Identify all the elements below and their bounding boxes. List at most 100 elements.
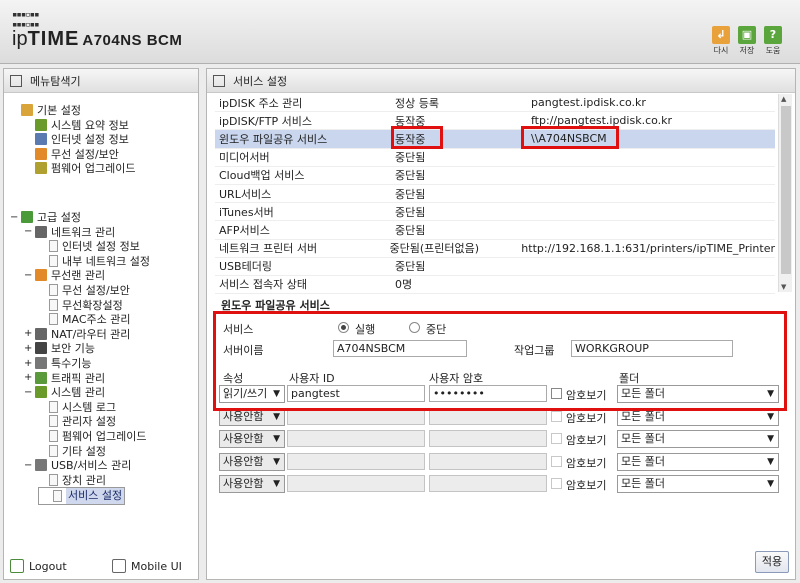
page-icon xyxy=(49,444,58,457)
service-row[interactable]: 네트워크 프린터 서버 중단됨(프린터없음) http://192.168.1.1:… xyxy=(215,240,775,258)
attribute-select[interactable]: 사용안함 ▼ xyxy=(219,475,285,493)
scroll-up-icon[interactable]: ▲ xyxy=(781,95,786,103)
service-row[interactable]: Cloud백업 서비스 중단됨 xyxy=(215,167,775,185)
service-info: http://192.168.1.1:631/printers/ipTIME_P… xyxy=(521,241,775,255)
firmware-icon xyxy=(35,162,47,175)
attribute-select[interactable]: 사용안함 ▼ xyxy=(219,452,285,471)
page-icon xyxy=(49,298,58,311)
expand-toggle[interactable]: − xyxy=(24,270,32,281)
service-row[interactable]: iTunes서버 중단됨 xyxy=(215,203,775,222)
menu-item[interactable]: 무선확장설정 xyxy=(38,298,123,312)
menu-item[interactable]: + 특수기능 xyxy=(24,356,91,370)
header-bar: ▪▪▪▫▪▪ ▪▪▪▫▪▪ ipTIME A704NS BCM ↲ 다시 ▣ 저장? 도움 xyxy=(0,0,800,64)
password-input[interactable] xyxy=(429,475,547,492)
menu-item[interactable]: + NAT/라우터 관리 xyxy=(24,327,130,341)
menu-item-label: 기타 설정 xyxy=(62,444,106,458)
service-status: 중단됨 xyxy=(395,151,426,165)
expand-toggle[interactable]: − xyxy=(10,212,18,223)
password-input[interactable] xyxy=(429,430,547,447)
service-row[interactable]: 서비스 접속자 상태 0명 xyxy=(215,276,775,295)
apply-button[interactable]: 적용 xyxy=(755,551,789,573)
folder-select[interactable]: 모든 폴더 ▼ xyxy=(617,475,779,493)
expand-toggle[interactable]: + xyxy=(24,328,32,339)
special-icon xyxy=(35,357,47,369)
service-row[interactable]: ipDISK/FTP 서비스 동작중 ftp://pangtest.ipdisk.c… xyxy=(215,112,775,131)
menu-item-label: 무선확장설정 xyxy=(62,298,123,312)
menu-item[interactable]: 서비스 설정 xyxy=(38,487,126,506)
service-row[interactable]: ipDISK 주소 관리 정상 등록 pangtest.ipdisk.co.kr xyxy=(215,94,775,113)
chart-icon xyxy=(35,118,47,131)
expand-toggle[interactable]: − xyxy=(24,460,32,471)
service-row[interactable]: URL서비스 중단됨 xyxy=(215,185,775,204)
service-row[interactable]: USB테더링 중단됨 xyxy=(215,258,775,276)
expand-toggle[interactable]: − xyxy=(24,387,32,398)
menu-item[interactable]: 내부 네트워크 설정 xyxy=(38,254,150,268)
menu-item-label: 인터넷 설정 정보 xyxy=(51,133,129,147)
wireless-icon xyxy=(35,269,47,282)
menu-item[interactable]: 인터넷 설정 정보 xyxy=(24,132,129,146)
menu-item[interactable]: MAC주소 관리 xyxy=(38,312,130,326)
service-settings-panel: 서비스 설정 ipDISK 주소 관리 정상 등록 pangtest.ipdisk.… xyxy=(206,68,796,580)
mobile-ui-link[interactable]: Mobile UI xyxy=(112,559,182,573)
scroll-thumb[interactable] xyxy=(781,106,791,274)
chevron-down-icon: ▼ xyxy=(273,479,280,489)
menu-item[interactable]: − 고급 설정 xyxy=(10,210,81,224)
menu-item[interactable]: 장치 관리 xyxy=(38,473,106,487)
show-password-checkbox[interactable] xyxy=(551,433,562,444)
usb-icon xyxy=(35,459,47,472)
logout-icon xyxy=(10,559,24,573)
menu-item[interactable]: 관리자 설정 xyxy=(38,414,116,428)
show-password-checkbox[interactable] xyxy=(551,455,562,467)
scroll-down-icon[interactable]: ▼ xyxy=(781,283,786,291)
folder-gear-icon xyxy=(21,104,33,116)
refresh-button[interactable]: ↲ 다시 xyxy=(710,26,732,56)
menu-item[interactable]: − 시스템 관리 xyxy=(24,385,105,399)
menu-item[interactable]: 무선 설정/보안 xyxy=(38,283,130,297)
user-id-input[interactable] xyxy=(287,475,425,492)
user-id-input[interactable] xyxy=(287,452,425,470)
folder-select[interactable]: 모든 폴더 ▼ xyxy=(617,452,779,471)
search-icon xyxy=(10,74,22,87)
service-table-scrollbar[interactable]: ▲ ▼ xyxy=(778,94,792,292)
expand-toggle[interactable]: − xyxy=(24,226,32,237)
menu-explorer: 메뉴탐색기 기본 설정 시스템 요약 정보 인터넷 설정 정보 무선 설정/보안 펌웨어… xyxy=(3,68,199,580)
menu-item[interactable]: 기타 설정 xyxy=(38,444,106,458)
service-name: iTunes서버 xyxy=(219,205,274,219)
menu-item[interactable]: 기본 설정 xyxy=(10,103,81,117)
menu-item[interactable]: − 네트워크 관리 xyxy=(24,225,115,239)
menu-item[interactable]: 시스템 요약 정보 xyxy=(24,118,129,132)
show-password-checkbox[interactable] xyxy=(551,478,562,489)
menu-item[interactable]: 시스템 로그 xyxy=(38,400,116,414)
service-status: 중단됨 xyxy=(395,205,426,219)
page-icon xyxy=(49,473,58,486)
brand-logo: ipTIME A704NS BCM xyxy=(12,28,183,50)
menu-item[interactable]: + 보안 기능 xyxy=(24,341,95,355)
help-button[interactable]: ? 도움 xyxy=(762,26,784,56)
menu-item[interactable]: − USB/서비스 관리 xyxy=(24,458,131,472)
service-row[interactable]: AFP서비스 중단됨 xyxy=(215,221,775,240)
menu-item[interactable]: 인터넷 설정 정보 xyxy=(38,239,140,253)
service-name: Cloud백업 서비스 xyxy=(219,169,305,183)
expand-toggle[interactable]: + xyxy=(24,343,32,354)
user-id-input[interactable] xyxy=(287,430,425,447)
show-password-checkbox[interactable] xyxy=(551,410,562,422)
service-row[interactable]: 윈도우 파일공유 서비스 동작중 \\A704NSBCM xyxy=(215,130,775,149)
network-icon xyxy=(35,133,47,146)
save-icon: ▣ xyxy=(738,26,756,44)
menu-item[interactable]: 무선 설정/보안 xyxy=(24,147,119,161)
expand-toggle[interactable]: + xyxy=(24,358,32,369)
service-row[interactable]: 미디어서버 중단됨 xyxy=(215,149,775,167)
chevron-down-icon: ▼ xyxy=(273,434,280,444)
menu-item[interactable]: 펌웨어 업그레이드 xyxy=(38,429,146,443)
expand-toggle[interactable]: + xyxy=(24,372,32,383)
folder-select[interactable]: 모든 폴더 ▼ xyxy=(617,430,779,448)
attribute-select[interactable]: 사용안함 ▼ xyxy=(219,430,285,448)
menu-item[interactable]: − 무선랜 관리 xyxy=(24,268,105,282)
save-button[interactable]: ▣ 저장 xyxy=(736,26,758,56)
traffic-icon xyxy=(35,371,47,384)
menu-item[interactable]: 펌웨어 업그레이드 xyxy=(24,161,135,175)
logout-link[interactable]: Logout xyxy=(10,559,67,573)
page-icon xyxy=(49,313,58,326)
menu-item[interactable]: + 트래픽 관리 xyxy=(24,371,105,385)
password-input[interactable] xyxy=(429,452,547,470)
